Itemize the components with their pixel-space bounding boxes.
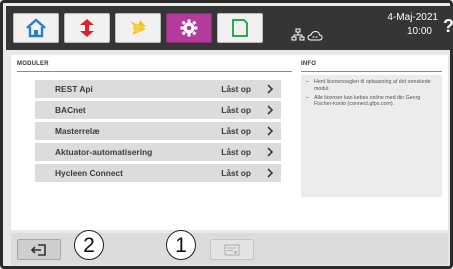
module-row-aktuator[interactable]: Aktuator-automatisering Låst op: [35, 143, 281, 161]
nav-operation-button[interactable]: [64, 13, 110, 43]
info-panel: – Hent licensnoeglen til oplaasning af de…: [301, 75, 442, 197]
time-label: 10:00: [406, 26, 432, 37]
module-name: REST Api: [55, 84, 93, 94]
swap-arrows-icon: [80, 19, 94, 37]
modules-divider: [17, 71, 292, 72]
exit-icon: [31, 243, 46, 256]
module-status: Låst op: [221, 105, 251, 115]
module-status: Låst op: [221, 84, 251, 94]
nav-home-button[interactable]: [13, 13, 59, 43]
nav-document-button[interactable]: [217, 13, 263, 43]
info-bullet: – Hent licensnoeglen til oplaasning af de…: [306, 79, 431, 92]
callout-1: 1: [166, 230, 196, 260]
module-status: Låst op: [221, 126, 251, 136]
date-label: 4-Maj-2021: [387, 12, 438, 23]
nav-sun-button[interactable]: [115, 13, 161, 43]
module-row-bacnet[interactable]: BACnet Låst op: [35, 101, 281, 119]
chevron-right-icon: [267, 147, 273, 157]
module-name: BACnet: [55, 105, 86, 115]
license-card-icon: [224, 243, 240, 256]
date-time: 4-Maj-2021 10:00: [346, 11, 438, 39]
module-row-hycleen[interactable]: Hycleen Connect Låst op: [35, 164, 281, 182]
info-divider: [301, 71, 442, 72]
chevron-right-icon: [267, 126, 273, 136]
network-icon: [291, 28, 305, 41]
module-name: Hycleen Connect: [55, 168, 123, 178]
module-name: Aktuator-automatisering: [55, 147, 153, 157]
sun-icon: [130, 20, 146, 35]
back-button[interactable]: [17, 239, 61, 260]
module-status: Låst op: [221, 168, 251, 178]
home-icon: [26, 18, 46, 38]
cloud-icon: [307, 30, 323, 41]
document-icon: [232, 19, 248, 37]
info-title: INFO: [301, 61, 317, 67]
callout-2: 2: [74, 230, 104, 260]
module-name: Masterrelæ: [55, 126, 100, 136]
chevron-right-icon: [267, 84, 273, 94]
info-bullet: – Alle licenser kan kebes online med din …: [306, 94, 421, 108]
module-status: Låst op: [221, 147, 251, 157]
main-content: MODULER INFO REST Api Låst op BACnet Lås…: [11, 55, 448, 230]
chevron-right-icon: [267, 105, 273, 115]
license-button[interactable]: [210, 239, 254, 260]
top-bar: 4-Maj-2021 10:00 ?: [6, 6, 453, 50]
modules-title: MODULER: [17, 61, 49, 67]
gear-icon: [180, 19, 198, 37]
module-row-rest-api[interactable]: REST Api Låst op: [35, 80, 281, 98]
help-button[interactable]: ?: [443, 16, 453, 37]
module-row-masterrelae[interactable]: Masterrelæ Låst op: [35, 122, 281, 140]
nav-settings-button[interactable]: [166, 13, 212, 43]
device-frame: 4-Maj-2021 10:00 ? MODULER INFO REST Api…: [0, 0, 453, 269]
chevron-right-icon: [267, 168, 273, 178]
